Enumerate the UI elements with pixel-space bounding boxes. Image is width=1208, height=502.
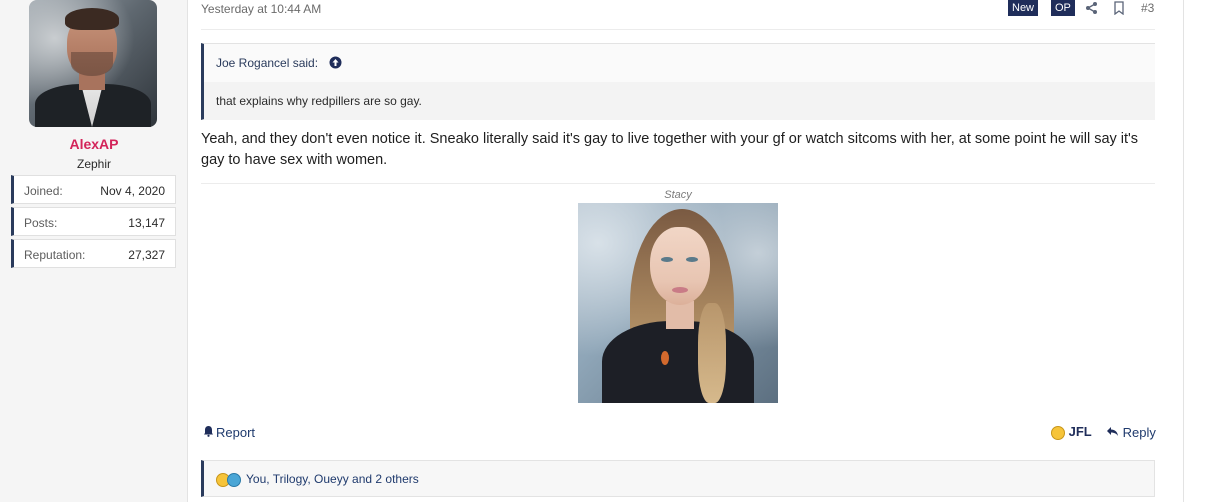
divider (201, 183, 1155, 184)
stat-label: Reputation: (24, 248, 86, 262)
reply-button[interactable]: Reply (1106, 425, 1156, 440)
arrow-up-circle-icon[interactable] (329, 56, 342, 74)
post-date[interactable]: Yesterday at 10:44 AM (201, 2, 321, 16)
reactions-bar[interactable]: You, Trilogy, Oueyy and 2 others (201, 460, 1155, 497)
reaction-icons (216, 471, 241, 487)
stat-posts: Posts: 13,147 (11, 207, 176, 236)
stat-value: Nov 4, 2020 (100, 184, 165, 198)
stat-reputation: Reputation: 27,327 (11, 239, 176, 268)
reaction-button[interactable]: JFL (1051, 424, 1092, 440)
username[interactable]: AlexAP (0, 136, 188, 152)
user-title: Zephir (76, 157, 111, 171)
share-icon[interactable] (1085, 1, 1099, 20)
report-label: Report (216, 425, 256, 440)
stat-value[interactable]: 13,147 (128, 216, 165, 230)
avatar[interactable] (29, 0, 157, 127)
report-button[interactable]: Report (203, 425, 255, 440)
content-border (1183, 0, 1184, 502)
stat-value: 27,327 (128, 248, 165, 262)
reaction-users[interactable]: You, Trilogy, Oueyy and 2 others (246, 472, 419, 486)
stat-label: Joined: (24, 184, 63, 198)
bell-icon (203, 425, 214, 440)
post-number[interactable]: #3 (1141, 1, 1154, 15)
post-image[interactable] (578, 203, 778, 403)
divider (201, 29, 1155, 30)
post-message: Yeah, and they don't even notice it. Sne… (201, 131, 1139, 168)
quote-block: Joe Rogancel said: that explains why red… (201, 43, 1155, 120)
quote-text: that explains why redpillers are so gay. (216, 94, 422, 108)
stat-joined: Joined: Nov 4, 2020 (11, 175, 176, 204)
new-badge: New (1008, 0, 1039, 16)
bookmark-icon[interactable] (1113, 1, 1125, 20)
quote-header: Joe Rogancel said: (204, 44, 1155, 82)
laughing-emoji-icon (1051, 425, 1065, 440)
stat-label: Posts: (24, 216, 58, 230)
quote-body: that explains why redpillers are so gay. (204, 82, 1155, 120)
op-badge: OP (1051, 0, 1075, 16)
reply-label: Reply (1122, 425, 1156, 440)
user-sidebar: AlexAP Zephir Joined: Nov 4, 2020 Posts:… (0, 0, 188, 502)
reply-icon (1106, 425, 1123, 440)
image-caption: Stacy (664, 189, 692, 201)
quote-author[interactable]: Joe Rogancel said: (216, 56, 318, 70)
reaction-label: JFL (1068, 424, 1092, 439)
sad-emoji-icon (227, 472, 241, 487)
